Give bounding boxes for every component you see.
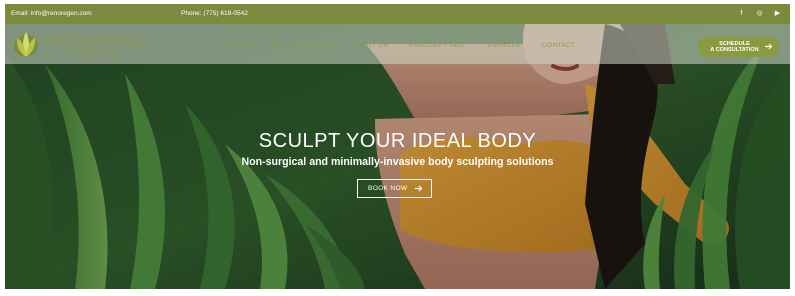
logo-text-secondary: Medicine [68, 45, 122, 59]
nav-item-home[interactable]: HOME [228, 42, 249, 49]
contact-email[interactable]: Email: info@renoregen.com [11, 10, 92, 17]
phone-icon [272, 42, 280, 50]
main-navigation: Reno Regenerative Medicine HOME (775) 61… [5, 24, 790, 64]
arrow-right-icon [415, 185, 423, 192]
nav-item-phone-label: (775) 618-0542 [283, 44, 333, 51]
logo-text-primary: Reno Regenerative [45, 31, 141, 45]
facebook-icon[interactable]: f [737, 9, 746, 18]
arrow-right-icon [765, 43, 773, 50]
contact-phone[interactable]: Phone: (775) 618-0542 [181, 10, 248, 17]
book-now-button[interactable]: BOOK NOW [357, 179, 432, 198]
nav-item-emsella[interactable]: EMSELLA [488, 42, 521, 49]
page-frame: Email: info@renoregen.com Phone: (775) 6… [5, 4, 790, 289]
nav-item-contact[interactable]: CONTACT [542, 42, 575, 49]
hero-headline: SCULPT YOUR IDEAL BODY [258, 130, 537, 152]
instagram-icon[interactable]: ◎ [755, 9, 764, 18]
top-info-bar: Email: info@renoregen.com Phone: (775) 6… [5, 4, 790, 24]
social-links: f ◎ ▶ [737, 9, 782, 18]
youtube-icon[interactable]: ▶ [773, 9, 782, 18]
nav-item-about[interactable]: ABOUT US [352, 42, 388, 49]
cta-line-2: A CONSULTATION [710, 47, 759, 53]
hero-subheadline: Non-surgical and minimally-invasive body… [241, 156, 554, 168]
nav-item-phone[interactable]: (775) 618-0542 [272, 42, 332, 51]
book-now-label: BOOK NOW [368, 185, 408, 192]
leaf-logo-icon [14, 32, 38, 57]
site-logo[interactable]: Reno Regenerative Medicine [11, 28, 151, 60]
schedule-consultation-button[interactable]: SCHEDULE A CONSULTATION [698, 37, 779, 57]
nav-item-emsculpt-neo[interactable]: EMSCULPT NEO [409, 42, 465, 49]
